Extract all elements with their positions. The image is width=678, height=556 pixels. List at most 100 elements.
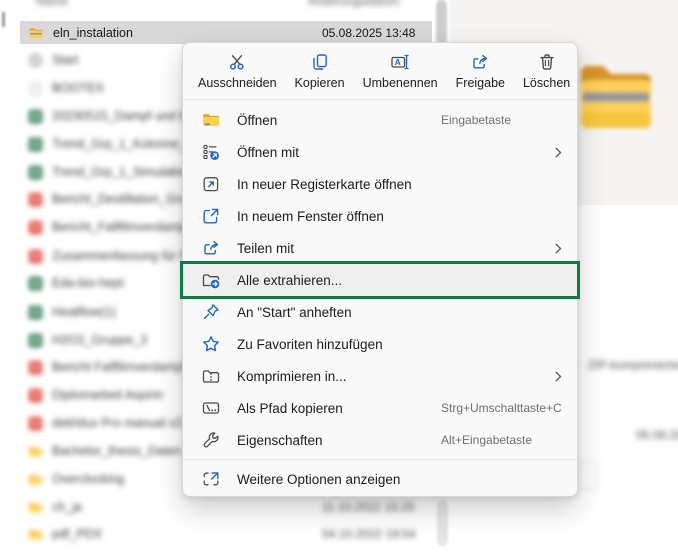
toolbar-button-freigabe[interactable]: Freigabe	[447, 47, 514, 95]
context-menu-list: Öffnen Eingabetaste Öffnen mit In neuer Reg…	[183, 100, 577, 499]
menu-item-shortcut: Strg+Umschalttaste+C	[441, 401, 562, 415]
file-row-ch-ja[interactable]: ch_ja 11.10.2022 15:25	[20, 496, 432, 518]
file-name: BOOTEX	[52, 81, 105, 95]
svg-text:A: A	[395, 57, 401, 67]
selected-file-row[interactable]: eln_instalation 05.08.2025 13:48	[20, 21, 432, 44]
chevron-right-icon	[553, 147, 564, 158]
menu-item-label: In neuem Fenster öffnen	[237, 208, 384, 224]
file-name: Bericht_Destillation_Grupp	[52, 192, 201, 206]
toolbar-button-loschen[interactable]: Löschen	[514, 47, 579, 95]
file-name: dekhilux Pro manual v2.8	[52, 416, 193, 430]
toolbar-button-label: Ausschneiden	[198, 76, 277, 90]
menu-item-label: Öffnen	[237, 112, 278, 128]
preview-file-type-label: ZIP-komprimierter Ordner	[588, 358, 678, 372]
menu-item-alle-extrahieren[interactable]: Alle extrahieren...	[183, 264, 577, 296]
excel-icon	[28, 333, 43, 348]
menu-item-label: Als Pfad kopieren	[237, 400, 343, 416]
toolbar-button-label: Freigabe	[455, 76, 505, 90]
menu-item-in-neuem-fenster-offnen[interactable]: In neuem Fenster öffnen	[183, 200, 577, 232]
trash-icon	[537, 52, 557, 72]
menu-item-als-pfad-kopieren[interactable]: Als Pfad kopieren Strg+Umschalttaste+C	[183, 392, 577, 424]
folder-small-icon	[28, 500, 43, 515]
copy-path-icon	[201, 398, 221, 418]
open-with-icon	[201, 142, 221, 162]
menu-item-label: An "Start" anheften	[237, 304, 352, 320]
menu-item-in-neuer-registerkarte-offnen[interactable]: In neuer Registerkarte öffnen	[183, 168, 577, 200]
menu-item-zu-favoriten-hinzufugen[interactable]: Zu Favoriten hinzufügen	[183, 328, 577, 360]
column-header-modified[interactable]: Änderungsdatum	[308, 0, 399, 8]
menu-item-offnen-mit[interactable]: Öffnen mit	[183, 136, 577, 168]
folder-small-icon	[28, 527, 43, 542]
chevron-right-icon	[553, 371, 564, 382]
preview-pane-button	[576, 461, 598, 490]
pdf-icon	[28, 220, 43, 235]
file-date: 11.10.2022 15:25	[322, 500, 415, 514]
toolbar-button-kopieren[interactable]: Kopieren	[286, 47, 354, 95]
new-window-icon	[201, 206, 221, 226]
star-icon	[201, 334, 221, 354]
list-scrollbar-thumb[interactable]	[436, 0, 447, 46]
file-name: Trend_Grp_1_Simulation	[52, 165, 192, 179]
new-tab-icon	[201, 174, 221, 194]
file-name: Start	[52, 53, 79, 67]
toolbar-button-ausschneiden[interactable]: Ausschneiden	[189, 47, 286, 95]
zip-folder-icon	[28, 25, 44, 41]
file-name: Zusammenfassung für Pr	[52, 249, 193, 263]
menu-item-offnen[interactable]: Öffnen Eingabetaste	[183, 104, 577, 136]
context-menu-toolbar: Ausschneiden Kopieren A Umbenennen Freigabe L…	[183, 43, 577, 100]
menu-item-teilen-mit[interactable]: Teilen mit	[183, 232, 577, 264]
file-name: Heatflow(1)	[52, 305, 116, 319]
menu-item-label: Zu Favoriten hinzufügen	[237, 336, 383, 352]
file-name: Bachelor_thesis_Daten	[52, 444, 182, 458]
file-name: Diplomarbeit Aspirin	[52, 388, 164, 402]
menu-item-label: Komprimieren in...	[237, 368, 347, 384]
toolbar-button-umbenennen[interactable]: A Umbenennen	[354, 47, 447, 95]
excel-icon	[28, 276, 43, 291]
pdf-icon	[28, 360, 43, 375]
list-scrollbar-track[interactable]	[437, 500, 448, 546]
pdf-icon	[28, 416, 43, 431]
chevron-right-icon	[553, 243, 564, 254]
extract-all-icon	[201, 270, 221, 290]
excel-icon	[28, 305, 43, 320]
file-row-pdf-pdx[interactable]: pdf_PDX 04.10.2022 19:54	[20, 523, 432, 545]
selected-file-name: eln_instalation	[53, 25, 133, 40]
selected-file-date: 05.08.2025 13:48	[322, 25, 416, 40]
file-icon	[28, 81, 43, 96]
zip-folder-large-icon	[577, 54, 653, 136]
context-menu: Ausschneiden Kopieren A Umbenennen Freigabe L…	[182, 42, 578, 497]
folder-small-icon	[28, 444, 43, 459]
file-name: 20230515_Dampf und Kon	[52, 109, 202, 123]
menu-item-weitere-optionen-anzeigen[interactable]: Weitere Optionen anzeigen	[183, 463, 577, 495]
file-name: ch_ja	[52, 500, 82, 514]
folder-icon	[201, 110, 221, 130]
nav-scrollbar-mark	[2, 12, 5, 27]
menu-item-eigenschaften[interactable]: Eigenschaften Alt+Eingabetaste	[183, 424, 577, 456]
column-header-name[interactable]: Name	[36, 0, 68, 8]
wrench-icon	[201, 430, 221, 450]
menu-item-shortcut: Alt+Eingabetaste	[441, 433, 533, 447]
file-name: Bericht_Fallfilmverdampfe	[52, 220, 197, 234]
excel-icon	[28, 109, 43, 124]
rename-icon: A	[390, 52, 410, 72]
scissors-icon	[227, 52, 247, 72]
menu-item-komprimieren-in[interactable]: Komprimieren in...	[183, 360, 577, 392]
file-date: 04.10.2022 19:54	[322, 527, 416, 541]
menu-item-shortcut: Eingabetaste	[441, 113, 512, 127]
file-name: Trend_Grp_1_Kolonne_alt	[52, 137, 199, 151]
share-icon	[470, 52, 490, 72]
pdf-icon	[28, 249, 43, 264]
share-icon	[201, 238, 221, 258]
folder-small-icon	[28, 472, 43, 487]
menu-item-label: Weitere Optionen anzeigen	[237, 471, 401, 487]
file-name: Bericht Fallfilmverdampfe	[52, 360, 194, 374]
menu-item-label: Öffnen mit	[237, 144, 300, 160]
copy-icon	[310, 52, 330, 72]
file-name: Overclocking	[52, 472, 125, 486]
expand-icon	[201, 469, 221, 489]
menu-item-label: In neuer Registerkarte öffnen	[237, 176, 412, 192]
menu-divider	[183, 459, 577, 460]
sync-icon	[28, 53, 43, 68]
toolbar-button-label: Umbenennen	[362, 76, 438, 90]
menu-item-an-start-anheften[interactable]: An "Start" anheften	[183, 296, 577, 328]
